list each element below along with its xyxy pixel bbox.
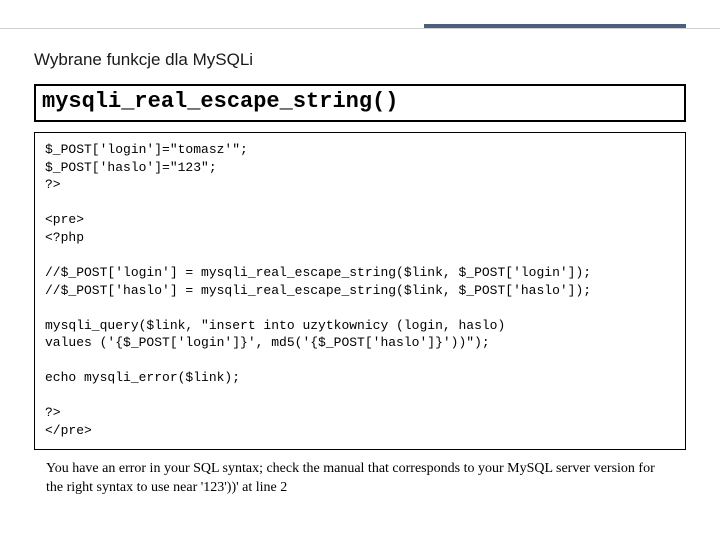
header-divider	[0, 28, 720, 29]
function-name-box: mysqli_real_escape_string()	[34, 84, 686, 122]
function-name: mysqli_real_escape_string()	[42, 90, 678, 114]
code-block: $_POST['login']="tomasz'"; $_POST['haslo…	[45, 141, 675, 439]
code-box: $_POST['login']="tomasz'"; $_POST['haslo…	[34, 132, 686, 450]
slide-content: Wybrane funkcje dla MySQLi mysqli_real_e…	[34, 50, 686, 497]
sql-error-message: You have an error in your SQL syntax; ch…	[34, 460, 686, 496]
section-title: Wybrane funkcje dla MySQLi	[34, 50, 686, 70]
